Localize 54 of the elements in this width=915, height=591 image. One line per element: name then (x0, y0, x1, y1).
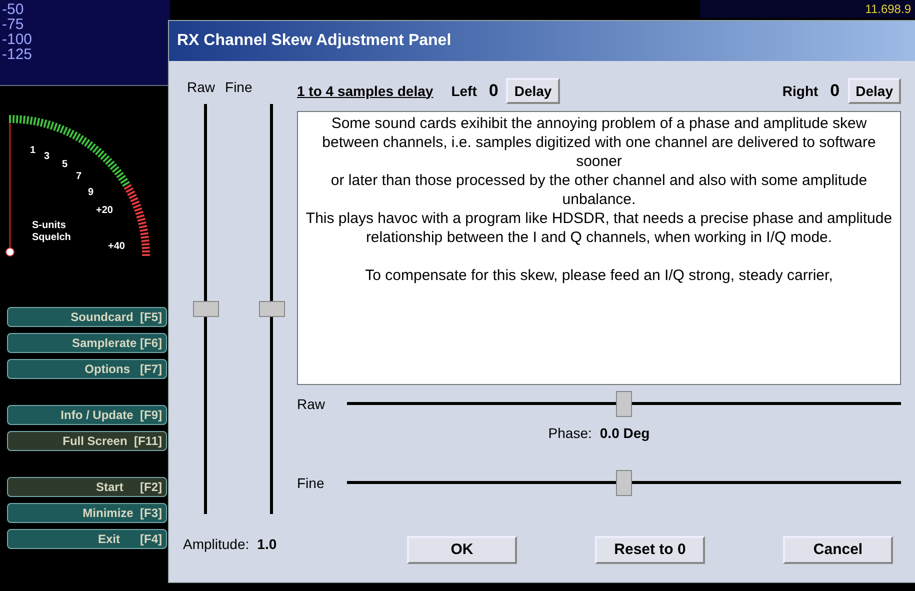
scale-label: -50 (1, 2, 25, 17)
vertical-slider[interactable] (193, 104, 219, 514)
dialog-button[interactable]: Cancel (783, 536, 893, 564)
sidebar-button[interactable]: Samplerate [F6] (7, 333, 167, 353)
sidebar-button[interactable]: Full Screen [F11] (7, 431, 167, 451)
horizontal-slider[interactable] (347, 391, 901, 417)
phase-value: 0.0 Deg (600, 424, 650, 443)
slider-label: Raw (187, 78, 216, 97)
dialog-button[interactable]: OK (407, 536, 517, 564)
meter-caption: Squelch (32, 232, 71, 244)
meter-label: +20 (96, 206, 113, 216)
right-value: 0 (830, 80, 840, 102)
meter-label: 1 (30, 146, 36, 156)
slider-label: Raw (297, 394, 326, 414)
info-text-line: This plays havoc with a program like HDSDR, that needs a precise phase and amplitude (304, 209, 894, 228)
sidebar-button[interactable]: Options [F7] (7, 359, 167, 379)
meter-caption: S-units (32, 220, 67, 232)
info-text-line: or later than those processed by the other channel and also with some amplitude unbalance. (330, 171, 868, 209)
slider-label: Fine (297, 474, 326, 492)
left-value: 0 (488, 80, 498, 102)
info-text-line: relationship between the I and Q channels, when working in I/Q mode. (364, 228, 834, 247)
window-title: RX Channel Skew Adjustment Panel (177, 31, 452, 51)
amplitude-label: Amplitude: (183, 535, 250, 554)
left-label: Left (451, 82, 477, 100)
delay-button[interactable]: Delay (506, 78, 560, 104)
slider-thumb[interactable] (616, 470, 632, 496)
sidebar-button[interactable]: Minimize [F3] (7, 503, 167, 523)
meter-label: 5 (62, 160, 68, 170)
info-text-line: To compensate for this skew, please feed an I/Q strong, steady carrier, (364, 266, 834, 285)
sidebar-button[interactable]: Exit [F4] (7, 529, 167, 549)
dialog-button[interactable]: Reset to 0 (595, 536, 705, 564)
scale-label: -75 (1, 17, 25, 32)
vertical-slider[interactable] (259, 104, 285, 514)
slider-thumb[interactable] (616, 391, 632, 417)
horizontal-slider[interactable] (347, 470, 901, 496)
info-text-line: Some sound cards exihibit the annoying problem of a phase and amplitude skew (330, 114, 868, 133)
slider-thumb[interactable] (259, 301, 285, 317)
phase-label: Phase: (548, 424, 592, 443)
samples-delay-link[interactable]: 1 to 4 samples delay (297, 80, 434, 102)
amplitude-value: 1.0 (257, 535, 277, 554)
meter-label: 3 (44, 152, 50, 162)
sidebar-button[interactable]: Soundcard [F5] (7, 307, 167, 327)
right-label: Right (782, 82, 818, 101)
scale-label: -100 (1, 32, 34, 47)
delay-button[interactable]: Delay (848, 78, 901, 104)
scale-label: -125 (1, 47, 34, 62)
frequency-readout: 11.698.9 (865, 1, 911, 18)
meter-label: 7 (76, 172, 82, 182)
meter-label: 9 (88, 188, 94, 198)
sidebar-button[interactable]: Start [F2] (7, 477, 167, 497)
slider-label: Fine (225, 78, 252, 97)
meter-label: +40 (108, 242, 125, 252)
sidebar-button[interactable]: Info / Update [F9] (7, 405, 167, 425)
slider-thumb[interactable] (193, 301, 219, 317)
